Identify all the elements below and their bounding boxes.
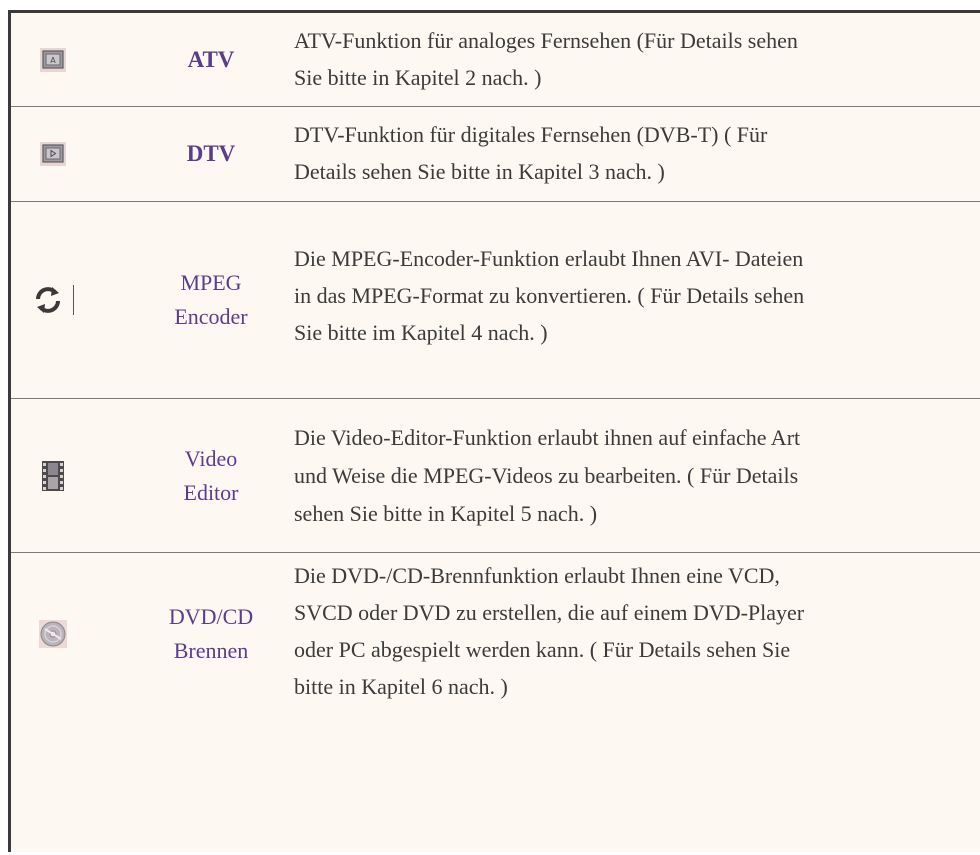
svg-text:A: A: [50, 56, 56, 65]
feature-description-video-editor: Die Video-Editor-Funktion erlaubt ihnen …: [294, 419, 979, 533]
film-strip-icon: [42, 460, 64, 491]
feature-table: A ATV ATV-Funktion für analoges Fernsehe…: [8, 10, 980, 852]
feature-label-line: DVD/CD: [168, 604, 254, 629]
description-line: Sie bitte im Kapitel 4 nach. ): [294, 320, 548, 345]
feature-label-dvd-cd-brennen: DVD/CD Brennen: [136, 553, 286, 715]
feature-label-dtv: DTV: [136, 107, 286, 201]
description-line: Sie bitte in Kapitel 2 nach. ): [294, 65, 542, 90]
description-line: Die Video-Editor-Funktion erlaubt ihnen …: [294, 425, 801, 450]
description-line: oder PC abgespielt werden kann. ( Für De…: [294, 637, 791, 662]
feature-description-dtv: DTV-Funktion für digitales Fernsehen (DV…: [294, 116, 979, 190]
feature-label-video-editor: Video Editor: [136, 399, 286, 552]
dtv-tv-icon: [40, 142, 66, 166]
table-row-dtv: DTV DTV-Funktion für digitales Fernsehen…: [11, 107, 980, 202]
description-line: Die MPEG-Encoder-Funktion erlaubt Ihnen …: [294, 246, 804, 271]
atv-tv-icon: A: [40, 47, 66, 72]
feature-label-line: Video: [184, 445, 238, 471]
description-line: ATV-Funktion für analoges Fernsehen (Für…: [294, 28, 798, 53]
feature-label-line: Encoder: [174, 304, 248, 329]
feature-description-dvd-cd-brennen: Die DVD-/CD-Brennfunktion erlaubt Ihnen …: [294, 557, 979, 705]
icon-cell: A: [11, 13, 95, 106]
feature-description-atv: ATV-Funktion für analoges Fernsehen (Für…: [294, 22, 979, 96]
divider: [72, 285, 74, 315]
description-line: Details sehen Sie bitte in Kapitel 3 nac…: [294, 159, 665, 184]
table-row-dvd-cd-brennen: DVD/CD Brennen Die DVD-/CD-Brennfunktion…: [11, 553, 980, 855]
feature-label-line: MPEG: [180, 270, 242, 295]
feature-label-atv: ATV: [136, 13, 286, 106]
icon-cell: [11, 107, 95, 201]
feature-label-mpeg-encoder: MPEG Encoder: [136, 202, 286, 398]
table-row-mpeg-encoder: MPEG Encoder Die MPEG-Encoder-Funktion e…: [11, 202, 980, 399]
description-line: bitte in Kapitel 6 nach. ): [294, 674, 508, 699]
disc-icon: [39, 620, 67, 648]
description-line: SVCD oder DVD zu erstellen, die auf eine…: [294, 600, 805, 625]
feature-description-mpeg-encoder: Die MPEG-Encoder-Funktion erlaubt Ihnen …: [294, 240, 979, 351]
icon-cell: [11, 553, 95, 715]
description-line: in das MPEG-Format zu konvertieren. ( Fü…: [294, 283, 805, 308]
description-line: sehen Sie bitte in Kapitel 5 nach. ): [294, 501, 598, 526]
table-row-atv: A ATV ATV-Funktion für analoges Fernsehe…: [11, 13, 980, 107]
feature-label-line: ATV: [187, 46, 235, 72]
feature-label-line: Editor: [183, 479, 239, 505]
description-line: DTV-Funktion für digitales Fernsehen (DV…: [294, 122, 768, 147]
convert-arrows-icon: [35, 287, 60, 313]
description-line: und Weise die MPEG-Videos zu bearbeiten.…: [294, 463, 799, 488]
description-line: Die DVD-/CD-Brennfunktion erlaubt Ihnen …: [294, 563, 780, 588]
table-row-video-editor: Video Editor Die Video-Editor-Funktion e…: [11, 399, 980, 553]
icon-cell: [11, 202, 95, 398]
feature-label-line: Brennen: [173, 638, 249, 663]
feature-label-line: DTV: [186, 141, 236, 166]
icon-cell: [11, 399, 95, 552]
